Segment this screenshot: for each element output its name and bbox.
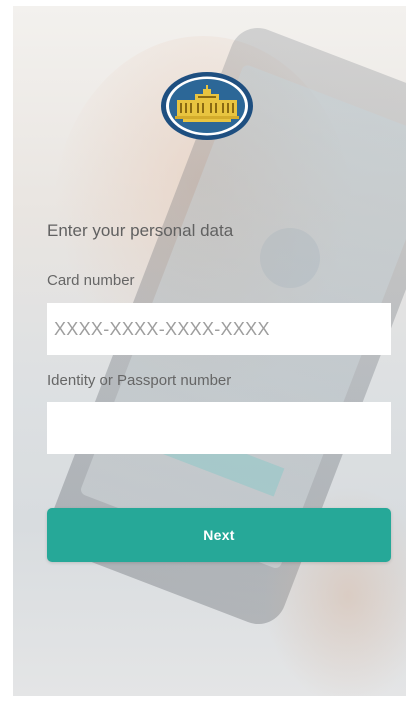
form-heading: Enter your personal data <box>47 221 234 240</box>
app-screen: Enter your personal data Card number Ide… <box>13 6 406 696</box>
identity-number-input[interactable] <box>47 402 391 454</box>
next-button[interactable]: Next <box>47 508 391 562</box>
bank-logo-icon <box>159 70 255 142</box>
identity-number-label: Identity or Passport number <box>47 372 232 389</box>
card-number-input[interactable] <box>47 303 391 355</box>
card-number-label: Card number <box>47 272 135 289</box>
